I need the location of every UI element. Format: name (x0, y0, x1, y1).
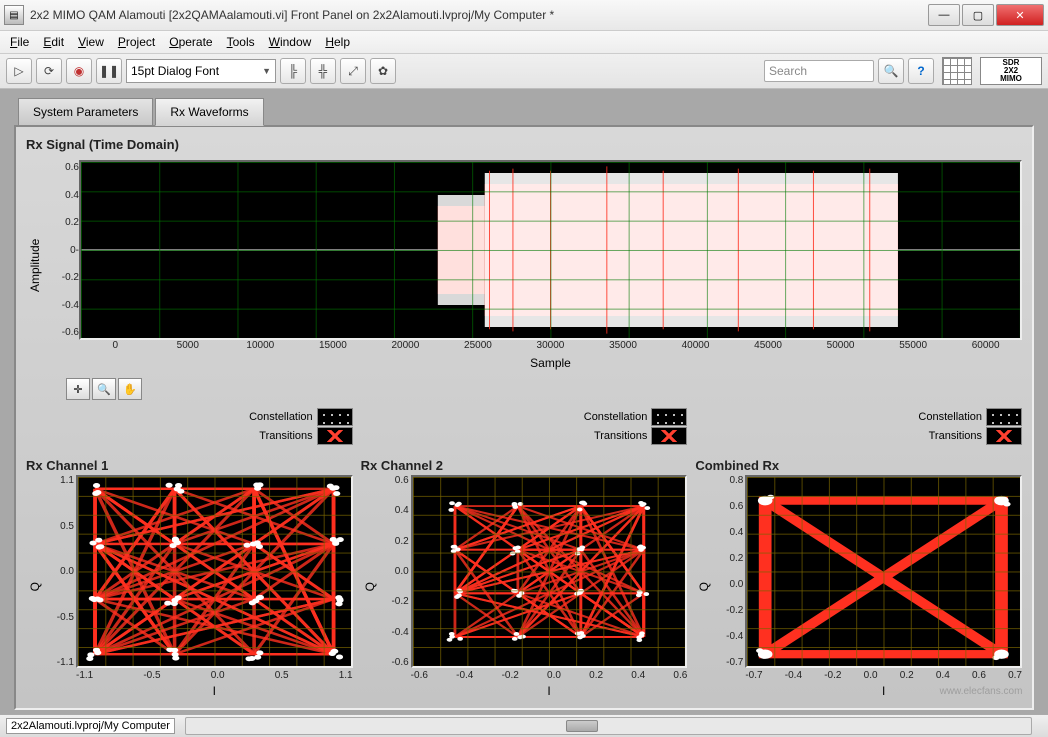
menu-edit[interactable]: Edit (43, 35, 64, 49)
align-button[interactable]: ╠ (280, 58, 306, 84)
time-yticks: 0.60.40.20--0.2-0.4-0.6 (46, 162, 79, 338)
panel: Rx Signal (Time Domain) Amplitude 0.60.4… (14, 125, 1034, 710)
trans-swatch-icon (651, 427, 687, 445)
legend-trans-label: Transitions (259, 430, 312, 442)
legend-const-label: Constellation (249, 411, 313, 423)
distribute-button[interactable]: ╬ (310, 58, 336, 84)
iq-panel-combined: Constellation Transitions Combined Rx Q … (695, 408, 1022, 698)
menu-file[interactable]: File (10, 35, 29, 49)
iq-title-ch1: Rx Channel 1 (26, 458, 353, 473)
time-ylabel: Amplitude (26, 160, 44, 370)
statusbar: 2x2Alamouti.lvproj/My Computer (0, 714, 1048, 737)
time-plot[interactable]: 0.60.40.20--0.2-0.4-0.6 (79, 160, 1022, 340)
const-swatch-icon (986, 408, 1022, 426)
font-select[interactable]: 15pt Dialog Font ▼ (126, 59, 276, 83)
time-xticks: 0500010000150002000025000300003500040000… (79, 340, 1022, 356)
legend-ch1: Constellation Transitions (26, 408, 353, 454)
reorder-button[interactable]: ✿ (370, 58, 396, 84)
menu-window[interactable]: Window (269, 35, 312, 49)
vi-icon[interactable]: SDR 2X2 MIMO (980, 57, 1042, 85)
iq-ch1-yticks: 1.10.50.0-0.5-1.1 (42, 475, 74, 668)
h-scrollbar[interactable] (185, 717, 1032, 735)
search-button[interactable]: 🔍 (878, 58, 904, 84)
app-icon: ▤ (4, 5, 24, 25)
menu-help[interactable]: Help (325, 35, 350, 49)
chevron-down-icon: ▼ (262, 66, 271, 76)
time-graph: Amplitude 0.60.40.20--0.2-0.4-0.6 (26, 160, 1022, 370)
help-button[interactable]: ? (908, 58, 934, 84)
trans-swatch-icon (986, 427, 1022, 445)
const-swatch-icon (317, 408, 353, 426)
iq-title-ch2: Rx Channel 2 (361, 458, 688, 473)
resize-button[interactable]: ⤢ (340, 58, 366, 84)
iq-ch1-xticks: -1.1-0.50.00.51.1 (76, 670, 353, 684)
iq-panel-ch2: Constellation Transitions Rx Channel 2 Q… (361, 408, 688, 698)
legend-ch2: Constellation Transitions (361, 408, 688, 454)
graph-palette: ✛ 🔍 ✋ (66, 378, 1022, 400)
pause-button[interactable]: ❚❚ (96, 58, 122, 84)
menu-project[interactable]: Project (118, 35, 155, 49)
iq-ch2-xticks: -0.6-0.4-0.20.00.20.40.6 (411, 670, 688, 684)
abort-button[interactable]: ◉ (66, 58, 92, 84)
run-cont-button[interactable]: ⟳ (36, 58, 62, 84)
cursor-tool[interactable]: ✛ (66, 378, 90, 400)
tab-system-parameters[interactable]: System Parameters (18, 98, 153, 125)
menu-tools[interactable]: Tools (227, 35, 255, 49)
zoom-tool[interactable]: 🔍 (92, 378, 116, 400)
time-graph-title: Rx Signal (Time Domain) (26, 137, 1022, 152)
close-button[interactable]: ✕ (996, 4, 1044, 26)
tab-row: System Parameters Rx Waveforms (0, 89, 1048, 125)
run-button[interactable]: ▷ (6, 58, 32, 84)
search-placeholder: Search (769, 64, 807, 78)
const-swatch-icon (651, 408, 687, 426)
iq-plot-ch1[interactable] (76, 475, 353, 668)
status-path: 2x2Alamouti.lvproj/My Computer (6, 718, 175, 734)
iq-ch2-yticks: 0.60.40.20.0-0.2-0.4-0.6 (377, 475, 409, 668)
iq-plot-combined[interactable] (745, 475, 1022, 668)
menubar: File Edit View Project Operate Tools Win… (0, 31, 1048, 54)
font-select-label: 15pt Dialog Font (131, 64, 219, 78)
menu-operate[interactable]: Operate (169, 35, 212, 49)
search-input[interactable]: Search (764, 60, 874, 82)
iq-comb-xticks: -0.7-0.4-0.20.00.20.40.60.7 (745, 670, 1022, 684)
iq-title-combined: Combined Rx (695, 458, 1022, 473)
iq-plot-ch2[interactable] (411, 475, 688, 668)
window-title: 2x2 MIMO QAM Alamouti [2x2QAMAalamouti.v… (30, 8, 928, 22)
toolbar: ▷ ⟳ ◉ ❚❚ 15pt Dialog Font ▼ ╠ ╬ ⤢ ✿ Sear… (0, 54, 1048, 89)
iq-xlabel: I (76, 684, 353, 698)
trans-swatch-icon (317, 427, 353, 445)
titlebar: ▤ 2x2 MIMO QAM Alamouti [2x2QAMAalamouti… (0, 0, 1048, 31)
iq-panel-ch1: Constellation Transitions Rx Channel 1 Q… (26, 408, 353, 698)
tab-rx-waveforms[interactable]: Rx Waveforms (155, 98, 263, 126)
maximize-button[interactable]: ▢ (962, 4, 994, 26)
time-xlabel: Sample (79, 356, 1022, 370)
pan-tool[interactable]: ✋ (118, 378, 142, 400)
legend-combined: Constellation Transitions (695, 408, 1022, 454)
connector-pane-icon[interactable] (942, 57, 972, 85)
iq-comb-yticks: 0.80.60.40.20.0-0.2-0.4-0.7 (711, 475, 743, 668)
time-gridlines (81, 162, 1020, 338)
minimize-button[interactable]: ― (928, 4, 960, 26)
menu-view[interactable]: View (78, 35, 104, 49)
